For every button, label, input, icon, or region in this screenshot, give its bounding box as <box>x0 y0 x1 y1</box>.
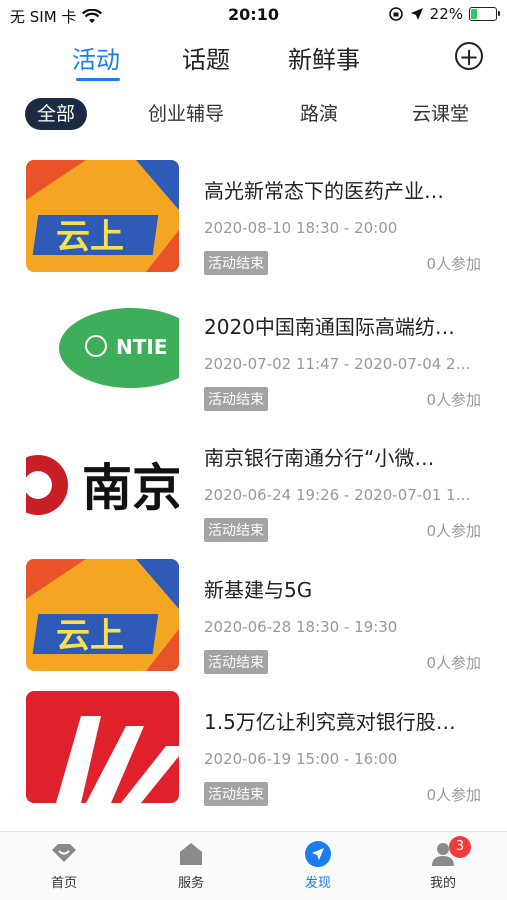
top-tabs: 活动 话题 新鲜事 + <box>0 38 507 82</box>
participant-count: 0人参加 <box>426 391 481 409</box>
status-badge: 活动结束 <box>204 251 268 275</box>
home-icon <box>52 844 76 862</box>
participant-count: 0人参加 <box>426 786 481 804</box>
tab-service-label: 服务 <box>177 876 204 891</box>
tab-home[interactable]: 首页 <box>24 840 104 891</box>
tab-topics[interactable]: 话题 <box>182 40 230 75</box>
tab-discover[interactable]: 发现 <box>278 840 358 891</box>
status-bar: 无 SIM 卡 20:10 22% <box>0 0 507 32</box>
thumb-text: 云上 <box>56 217 124 257</box>
tab-service[interactable]: 服务 <box>151 840 231 891</box>
participant-count: 0人参加 <box>426 522 481 540</box>
filter-all[interactable]: 全部 <box>25 98 88 130</box>
bottom-tab-bar: 首页 服务 发现 我的 3 <box>0 831 507 900</box>
add-icon[interactable]: + <box>455 42 483 71</box>
list-item[interactable]: 南京 南京银行南通分行“小微… 2020-06-24 19:26 - 2020-… <box>0 422 507 542</box>
thumb-text: NTIE <box>116 335 167 359</box>
tab-news[interactable]: 新鲜事 <box>288 40 360 75</box>
event-thumbnail: NTIE <box>26 296 179 408</box>
event-thumbnail: 云上 <box>26 559 179 671</box>
service-icon <box>180 843 202 865</box>
event-time: 2020-08-10 18:30 - 20:00 <box>204 219 398 237</box>
filter-cloud-class[interactable]: 云课堂 <box>412 98 469 130</box>
event-thumbnail <box>26 691 179 803</box>
event-time: 2020-07-02 11:47 - 2020-07-04 2… <box>204 355 471 373</box>
location-icon <box>410 8 423 20</box>
filter-startup-coaching[interactable]: 创业辅导 <box>148 98 224 130</box>
event-thumbnail: 云上 <box>26 160 179 272</box>
thumb-text: 南京 <box>82 458 179 517</box>
filter-roadshow[interactable]: 路演 <box>300 98 338 130</box>
battery-icon <box>469 7 500 21</box>
participant-count: 0人参加 <box>426 255 481 273</box>
tab-home-label: 首页 <box>50 876 77 891</box>
status-badge: 活动结束 <box>204 387 268 411</box>
list-item[interactable]: NTIE 2020中国南通国际高端纺… 2020-07-02 11:47 - 2… <box>0 291 507 411</box>
list-item[interactable]: 云上 新基建与5G 2020-06-28 18:30 - 19:30 活动结束 … <box>0 554 507 674</box>
event-title: 高光新常态下的医药产业… <box>204 179 444 203</box>
status-badge: 活动结束 <box>204 650 268 674</box>
status-badge: 活动结束 <box>204 518 268 542</box>
notification-badge: 3 <box>449 836 471 858</box>
event-title: 1.5万亿让利究竟对银行股… <box>204 710 456 734</box>
event-title: 新基建与5G <box>204 578 313 602</box>
list-item[interactable]: 云上 高光新常态下的医药产业… 2020-08-10 18:30 - 20:00… <box>0 155 507 275</box>
list-item[interactable]: 1.5万亿让利究竟对银行股… 2020-06-19 15:00 - 16:00 … <box>0 686 507 806</box>
tab-discover-label: 发现 <box>304 876 331 891</box>
event-time: 2020-06-24 19:26 - 2020-07-01 1… <box>204 486 471 504</box>
event-title: 南京银行南通分行“小微… <box>204 446 435 470</box>
thumb-text: 云上 <box>56 616 124 656</box>
filter-chips: 全部 创业辅导 路演 云课堂 <box>0 98 507 132</box>
tab-profile[interactable]: 我的 3 <box>403 836 483 891</box>
event-thumbnail: 南京 <box>26 427 179 539</box>
active-tab-indicator <box>76 78 120 81</box>
status-right: 22% <box>388 5 500 23</box>
tab-activities[interactable]: 活动 <box>72 40 120 75</box>
battery-percent: 22% <box>429 5 463 23</box>
status-badge: 活动结束 <box>204 782 268 806</box>
participant-count: 0人参加 <box>426 654 481 672</box>
event-time: 2020-06-19 15:00 - 16:00 <box>204 750 398 768</box>
orientation-lock-icon <box>388 7 403 21</box>
discover-icon <box>305 841 331 867</box>
tab-profile-label: 我的 <box>429 876 456 891</box>
event-time: 2020-06-28 18:30 - 19:30 <box>204 618 398 636</box>
event-title: 2020中国南通国际高端纺… <box>204 315 455 339</box>
